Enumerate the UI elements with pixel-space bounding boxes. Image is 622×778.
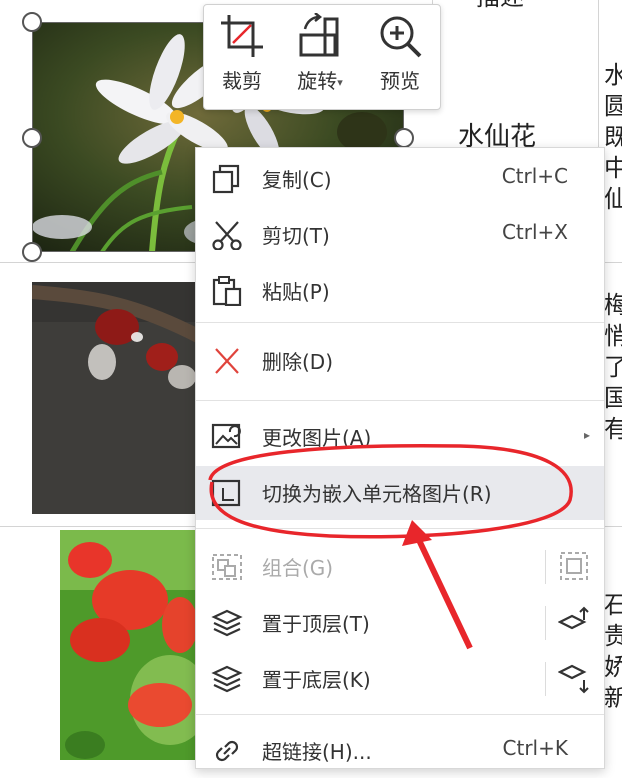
preview-button[interactable]: 预览	[366, 13, 434, 105]
x-icon	[215, 348, 239, 374]
menu-item-cut[interactable]: 剪切(T) Ctrl+X	[196, 208, 604, 262]
right-column-text-row2[interactable]: 梅。悄。了国有	[604, 290, 622, 445]
layers-down-icon	[211, 665, 243, 693]
image-swap-icon	[211, 423, 241, 449]
vertical-divider	[545, 606, 546, 640]
shortcut-hint: Ctrl+X	[501, 220, 568, 244]
clipboard-icon	[212, 276, 242, 306]
menu-item-label: 置于底层(K)	[262, 668, 371, 692]
image-embed-icon	[211, 479, 241, 507]
rotate-button[interactable]: 旋转▾	[286, 13, 354, 105]
menu-item-change-picture[interactable]: 更改图片(A) ▸	[196, 410, 604, 464]
submenu-arrow-icon: ▸	[583, 428, 590, 442]
resize-handle-top-left[interactable]	[22, 12, 42, 32]
menu-divider	[196, 714, 604, 715]
resize-handle-left[interactable]	[22, 128, 42, 148]
link-icon	[215, 740, 239, 762]
scissors-icon	[212, 221, 242, 250]
crop-button[interactable]: 裁剪	[208, 13, 276, 105]
shortcut-hint: Ctrl+C	[501, 164, 568, 188]
ungroup-icon	[560, 552, 588, 580]
menu-item-label: 删除(D)	[262, 350, 334, 374]
menu-item-label: 粘贴(P)	[262, 280, 330, 304]
preview-label: 预览	[380, 69, 420, 93]
menu-item-label: 更改图片(A)	[262, 426, 372, 450]
send-backward-icon	[558, 664, 589, 694]
menu-item-hyperlink[interactable]: 超链接(H)... Ctrl+K	[196, 724, 604, 778]
header-cell: 描述	[476, 0, 524, 13]
menu-item-group[interactable]: 组合(G)	[196, 540, 604, 594]
menu-divider	[196, 528, 604, 529]
menu-item-label: 切换为嵌入单元格图片(R)	[262, 482, 492, 506]
rotate-label: 旋转▾	[297, 69, 343, 93]
plum-picture[interactable]	[32, 282, 200, 514]
menu-item-delete[interactable]: 删除(D)	[196, 334, 604, 388]
menu-item-bring-to-front[interactable]: 置于顶层(T)	[196, 596, 604, 650]
shortcut-hint: Ctrl+K	[502, 736, 568, 760]
menu-item-send-to-back[interactable]: 置于底层(K)	[196, 652, 604, 706]
crop-label: 裁剪	[222, 69, 262, 93]
picture-toolbar: 裁剪 旋转▾ 预览	[203, 4, 441, 110]
menu-item-label: 置于顶层(T)	[262, 612, 370, 636]
menu-item-embed-in-cell[interactable]: 切换为嵌入单元格图片(R)	[196, 466, 604, 520]
right-column-text-row1[interactable]: 水圆既中仙	[604, 60, 622, 215]
resize-handle-right[interactable]	[394, 128, 414, 148]
menu-divider	[196, 400, 604, 401]
menu-item-paste[interactable]: 粘贴(P)	[196, 264, 604, 318]
menu-item-label: 超链接(H)...	[262, 740, 372, 764]
menu-item-label: 组合(G)	[262, 556, 334, 580]
copy-icon	[212, 164, 240, 194]
context-menu: 复制(C) Ctrl+C 剪切(T) Ctrl+X 粘贴(P) 删除(D) 更改…	[195, 147, 605, 769]
group-icon	[212, 554, 242, 580]
menu-item-label: 剪切(T)	[262, 224, 330, 248]
menu-item-label: 复制(C)	[262, 168, 332, 192]
menu-item-copy[interactable]: 复制(C) Ctrl+C	[196, 152, 604, 206]
menu-divider	[196, 322, 604, 323]
vertical-divider	[545, 662, 546, 696]
pomegranate-image	[60, 530, 198, 760]
bring-forward-icon	[558, 606, 589, 630]
plum-image	[32, 282, 200, 514]
rotate-icon	[299, 13, 339, 57]
vertical-divider	[545, 550, 546, 584]
crop-icon	[221, 15, 263, 57]
resize-handle-bottom-left[interactable]	[22, 242, 42, 262]
chevron-down-icon: ▾	[337, 76, 343, 89]
zoom-in-icon	[380, 16, 422, 58]
pomegranate-picture[interactable]	[60, 530, 198, 760]
right-column-text-row3[interactable]: 石贵娇新	[604, 590, 622, 714]
layers-up-icon	[211, 609, 243, 637]
